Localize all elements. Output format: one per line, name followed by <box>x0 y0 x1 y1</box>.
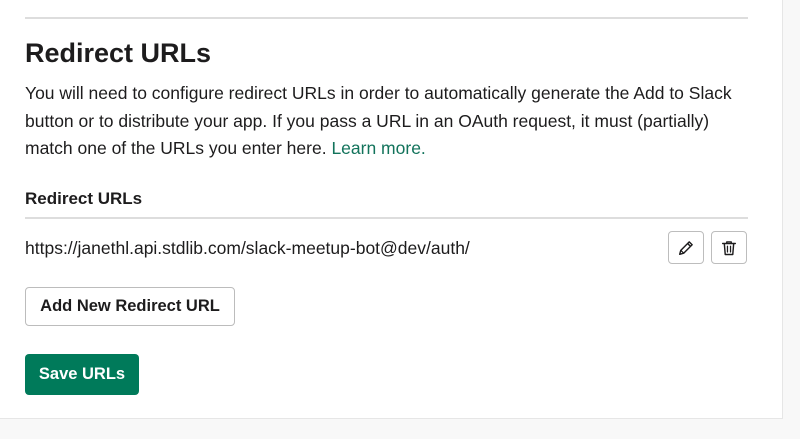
delete-url-button[interactable] <box>711 231 747 264</box>
list-header-divider <box>25 217 748 219</box>
section-title: Redirect URLs <box>25 38 212 68</box>
add-redirect-url-button[interactable]: Add New Redirect URL <box>25 287 235 326</box>
redirect-url-row: https://janethl.api.stdlib.com/slack-mee… <box>25 230 748 266</box>
redirect-url-text: https://janethl.api.stdlib.com/slack-mee… <box>25 238 470 258</box>
section-divider <box>25 17 748 19</box>
learn-more-link[interactable]: Learn more. <box>331 138 425 158</box>
pencil-icon <box>678 240 693 255</box>
trash-icon <box>721 240 737 255</box>
save-urls-button[interactable]: Save URLs <box>25 354 139 395</box>
redirect-list-header: Redirect URLs <box>25 189 143 208</box>
edit-url-button[interactable] <box>668 231 704 264</box>
redirect-urls-panel: Redirect URLs You will need to configure… <box>0 0 783 419</box>
section-description: You will need to configure redirect URLs… <box>25 80 750 163</box>
